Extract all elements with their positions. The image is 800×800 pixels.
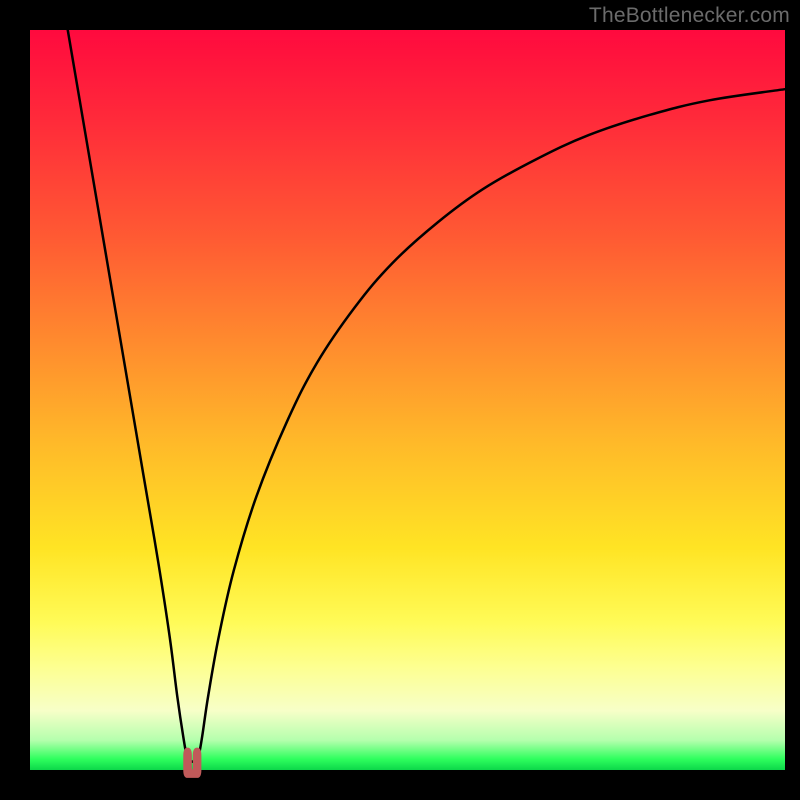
plot-area — [30, 30, 785, 770]
watermark-text: TheBottlenecker.com — [589, 4, 790, 28]
chart-root: TheBottlenecker.com — [0, 0, 800, 800]
chart-hit-area[interactable] — [30, 30, 785, 770]
